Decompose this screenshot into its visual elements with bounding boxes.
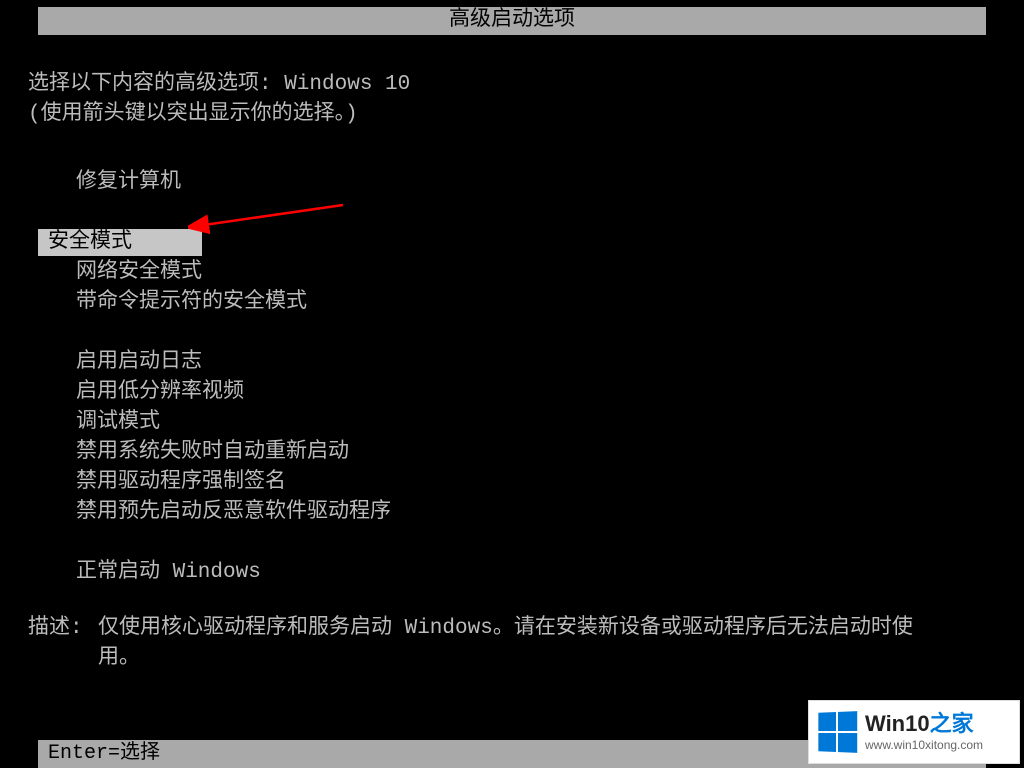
description-label: 描述: [28,614,83,644]
menu-item-safe-mode-cmd[interactable]: 带命令提示符的安全模式 [28,288,996,318]
watermark-url: www.win10xitong.com [865,739,983,752]
menu-item-repair[interactable]: 修复计算机 [28,168,996,198]
menu-item-boot-log[interactable]: 启用启动日志 [28,348,996,378]
menu-item-safe-mode-network[interactable]: 网络安全模式 [28,258,996,288]
menu-item-disable-antimalware[interactable]: 禁用预先启动反恶意软件驱动程序 [28,498,996,528]
watermark-title: Win10之家 [865,712,983,736]
instruction-line-2: (使用箭头键以突出显示你的选择。) [28,100,996,130]
title-bar: 高级启动选项 [38,7,986,35]
menu-item-normal-start[interactable]: 正常启动 Windows [28,558,996,588]
boot-menu: 修复计算机 安全模式 网络安全模式 带命令提示符的安全模式 启用启动日志 启用低… [28,168,996,588]
selected-highlight: 安全模式 [38,229,202,256]
instruction-line-1: 选择以下内容的高级选项: Windows 10 [28,70,996,100]
menu-item-disable-driver-sig[interactable]: 禁用驱动程序强制签名 [28,468,996,498]
menu-item-disable-auto-restart[interactable]: 禁用系统失败时自动重新启动 [28,438,996,468]
menu-item-safe-mode[interactable]: 安全模式 [28,228,996,258]
menu-item-debug[interactable]: 调试模式 [28,408,996,438]
windows-logo-icon [818,711,857,753]
menu-item-low-res[interactable]: 启用低分辨率视频 [28,378,996,408]
watermark: Win10之家 www.win10xitong.com [808,700,1020,764]
description-text: 仅使用核心驱动程序和服务启动 Windows。请在安装新设备或驱动程序后无法启动… [98,614,934,674]
description-section: 描述: 仅使用核心驱动程序和服务启动 Windows。请在安装新设备或驱动程序后… [28,614,934,674]
watermark-text: Win10之家 www.win10xitong.com [865,712,983,751]
boot-menu-content: 选择以下内容的高级选项: Windows 10 (使用箭头键以突出显示你的选择。… [28,70,996,588]
